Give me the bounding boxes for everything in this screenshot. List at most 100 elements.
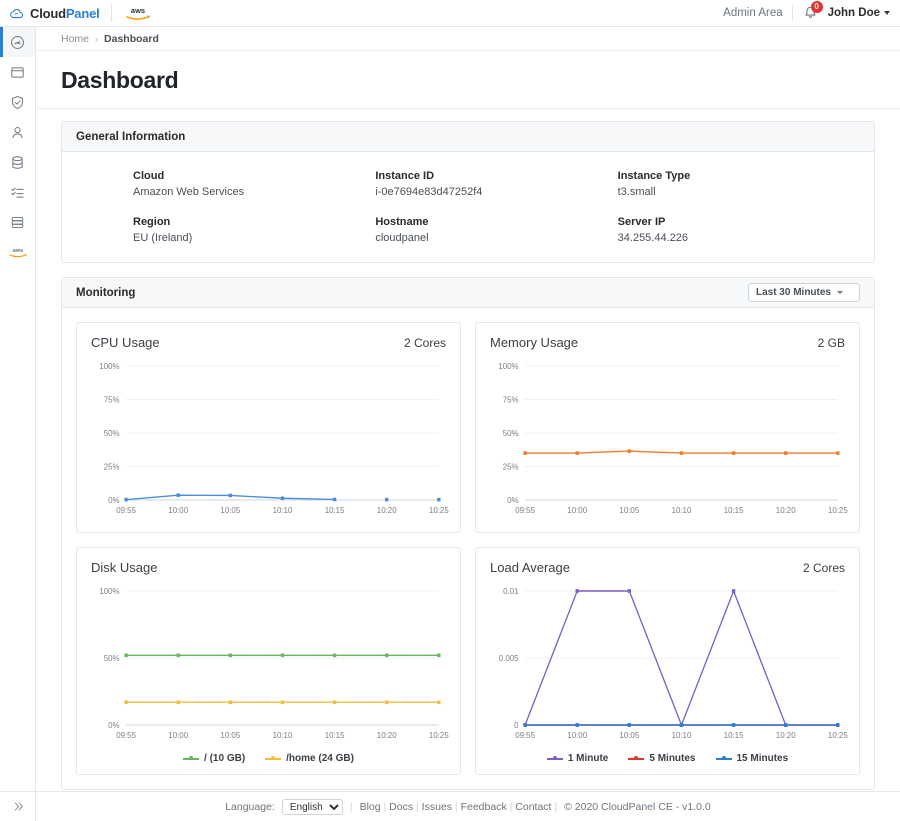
- info-field: CloudAmazon Web Services: [133, 170, 375, 198]
- chart-meta: 2 Cores: [404, 336, 446, 350]
- sidebar-item-users[interactable]: [0, 117, 35, 147]
- brand-name-part1: Cloud: [30, 6, 66, 21]
- chart-plot: 0%25%50%75%100%09:5510:0010:0510:1010:15…: [486, 354, 849, 524]
- svg-text:aws: aws: [12, 248, 22, 254]
- svg-text:0%: 0%: [507, 496, 518, 505]
- chart-meta: 2 Cores: [803, 561, 845, 575]
- breadcrumb-home[interactable]: Home: [61, 33, 89, 45]
- sidebar-item-sites[interactable]: [0, 57, 35, 87]
- sidebar-expand-button[interactable]: [0, 791, 36, 821]
- sidebar-item-databases[interactable]: [0, 147, 35, 177]
- legend-item[interactable]: 15 Minutes: [716, 753, 789, 764]
- footer-links: Blog | Docs | Issues | Feedback | Contac…: [360, 801, 558, 813]
- brand-logo-area[interactable]: CloudPanel: [0, 6, 100, 21]
- language-select[interactable]: English: [282, 799, 343, 815]
- svg-text:10:15: 10:15: [724, 731, 744, 740]
- svg-text:10:10: 10:10: [672, 506, 692, 515]
- general-information-body: CloudAmazon Web ServicesInstance ID i-0e7…: [62, 152, 874, 262]
- svg-text:10:10: 10:10: [273, 731, 293, 740]
- chart-legend: / (10 GB) /home (24 GB): [87, 753, 450, 766]
- main-content: Home › Dashboard Dashboard General Infor…: [36, 27, 900, 791]
- monitoring-card: Monitoring Last 30 Minutes CPU Usage2 Co…: [61, 277, 875, 790]
- time-range-select[interactable]: Last 30 Minutes: [748, 283, 860, 302]
- dashboard-page: CloudPanel aws Admin Area 0 John Doe: [0, 0, 900, 821]
- info-field-label: Instance ID: [375, 170, 617, 182]
- legend-color-swatch: [183, 758, 199, 760]
- notifications-button[interactable]: 0: [802, 5, 819, 22]
- admin-area-link[interactable]: Admin Area: [723, 7, 782, 19]
- aws-logo-icon: aws: [123, 5, 153, 22]
- legend-label: /home (24 GB): [286, 753, 354, 764]
- svg-text:10:20: 10:20: [377, 731, 397, 740]
- topbar-right: Admin Area 0 John Doe: [723, 5, 900, 22]
- svg-text:10:10: 10:10: [273, 506, 293, 515]
- svg-text:10:25: 10:25: [429, 731, 449, 740]
- chart-title: CPU Usage: [91, 335, 160, 350]
- time-range-value: Last 30 Minutes: [756, 287, 831, 298]
- sidebar-item-security[interactable]: [0, 87, 35, 117]
- chart-card: CPU Usage2 Cores0%25%50%75%100%09:5510:0…: [76, 322, 461, 533]
- cloud-icon: [9, 6, 24, 21]
- svg-text:100%: 100%: [498, 362, 518, 371]
- info-field-label: Region: [133, 216, 375, 228]
- server-icon: [9, 214, 26, 231]
- svg-text:75%: 75%: [104, 395, 120, 404]
- legend-item[interactable]: 5 Minutes: [628, 753, 695, 764]
- window-icon: [9, 64, 26, 81]
- sidebar-item-dashboard[interactable]: [0, 27, 35, 57]
- breadcrumb-separator: ›: [95, 34, 98, 44]
- svg-text:10:15: 10:15: [724, 506, 744, 515]
- info-field-value: Amazon Web Services: [133, 186, 375, 198]
- chart-header: CPU Usage 2 Cores: [87, 333, 450, 350]
- svg-text:25%: 25%: [104, 462, 120, 471]
- language-label: Language:: [225, 801, 275, 813]
- user-icon: [9, 124, 26, 141]
- footer-link-docs[interactable]: Docs: [389, 801, 413, 813]
- chart-card: Disk Usage0%50%100%09:5510:0010:0510:101…: [76, 547, 461, 775]
- svg-text:aws: aws: [130, 6, 144, 15]
- legend-color-swatch: [265, 758, 281, 760]
- svg-text:10:15: 10:15: [325, 731, 345, 740]
- svg-text:50%: 50%: [503, 429, 519, 438]
- footer-link-feedback[interactable]: Feedback: [461, 801, 507, 813]
- chart-plot: 0%25%50%75%100%09:5510:0010:0510:1010:15…: [87, 354, 450, 524]
- footer-link-contact[interactable]: Contact: [515, 801, 551, 813]
- info-field: Hostnamecloudpanel: [375, 216, 617, 244]
- chart-meta: 2 GB: [818, 336, 845, 350]
- legend-item[interactable]: / (10 GB): [183, 753, 245, 764]
- info-field: Server IP34.255.44.226: [618, 216, 860, 244]
- svg-text:10:05: 10:05: [220, 506, 240, 515]
- svg-text:10:00: 10:00: [567, 731, 587, 740]
- svg-text:10:05: 10:05: [619, 731, 639, 740]
- info-field: Instance Typet3.small: [618, 170, 860, 198]
- breadcrumb-current: Dashboard: [104, 33, 159, 45]
- info-field-label: Hostname: [375, 216, 617, 228]
- svg-text:10:15: 10:15: [325, 506, 345, 515]
- divider: |: [381, 801, 390, 813]
- charts-grid: CPU Usage 2 Cores 0% 25% 50% 75% 100% 09:55 10:0…: [76, 322, 860, 775]
- svg-text:10:25: 10:25: [828, 506, 848, 515]
- info-field-value: i-0e7694e83d47252f4: [375, 186, 617, 198]
- divider: |: [350, 801, 353, 813]
- sidebar-item-cron-jobs[interactable]: [0, 177, 35, 207]
- gauge-icon: [9, 34, 26, 51]
- sidebar-item-aws[interactable]: aws: [0, 237, 35, 267]
- chart-header: Load Average2 Cores: [486, 558, 849, 575]
- footer-link-issues[interactable]: Issues: [422, 801, 452, 813]
- aws-logo-icon: aws: [7, 246, 29, 259]
- legend-item[interactable]: 1 Minute: [547, 753, 609, 764]
- svg-text:09:55: 09:55: [116, 506, 136, 515]
- svg-text:0.01: 0.01: [503, 587, 519, 596]
- footer-link-blog[interactable]: Blog: [360, 801, 381, 813]
- shield-icon: [9, 94, 26, 111]
- user-menu[interactable]: John Doe: [828, 7, 890, 19]
- divider: [111, 4, 112, 22]
- svg-text:0%: 0%: [108, 721, 119, 730]
- user-name: John Doe: [828, 7, 880, 19]
- sidebar-item-server[interactable]: [0, 207, 35, 237]
- svg-text:10:25: 10:25: [429, 506, 449, 515]
- svg-text:0.005: 0.005: [499, 654, 519, 663]
- chevron-double-right-icon: [12, 800, 25, 813]
- legend-label: 5 Minutes: [649, 753, 695, 764]
- legend-item[interactable]: /home (24 GB): [265, 753, 354, 764]
